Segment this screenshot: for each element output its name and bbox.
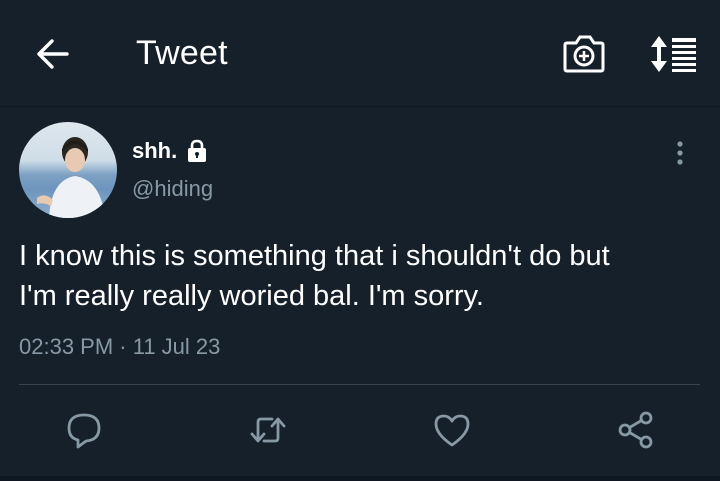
author-name-row[interactable]: shh. — [132, 138, 209, 164]
reply-icon[interactable] — [64, 410, 104, 450]
share-icon[interactable] — [616, 410, 656, 450]
retweet-icon[interactable] — [248, 410, 288, 450]
lock-icon — [188, 139, 207, 162]
heart-icon[interactable] — [432, 410, 472, 450]
top-app-bar: Tweet — [0, 0, 720, 107]
avatar[interactable] — [19, 122, 117, 218]
tweet-text: I know this is something that i shouldn'… — [19, 240, 610, 312]
camera-add-icon[interactable] — [562, 33, 606, 73]
bottom-divider — [0, 476, 720, 481]
tweet-timestamp: 02:33 PM · 11 Jul 23 — [19, 334, 221, 359]
page-title: Tweet — [136, 34, 228, 72]
back-arrow-icon[interactable] — [34, 37, 70, 71]
divider — [19, 384, 700, 385]
avatar-image — [37, 137, 105, 218]
sort-icon[interactable] — [650, 34, 698, 74]
user-handle[interactable]: @hiding — [132, 176, 213, 202]
more-vertical-icon[interactable] — [670, 140, 690, 166]
display-name[interactable]: shh. — [132, 138, 177, 164]
